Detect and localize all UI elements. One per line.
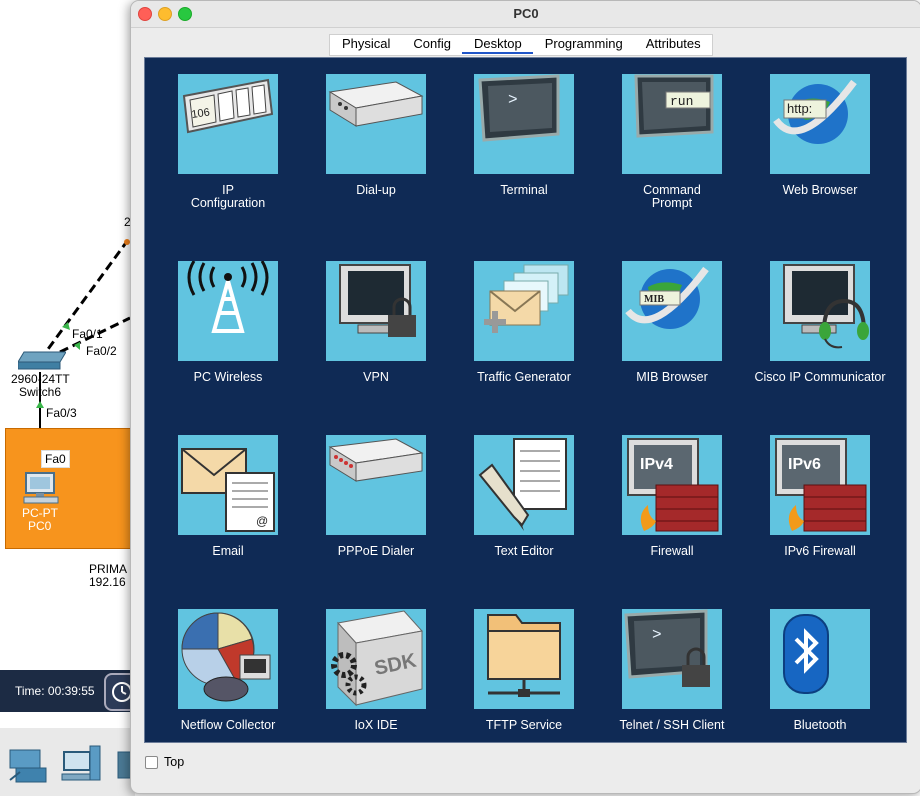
window-titlebar[interactable]: PC0 — [131, 1, 920, 28]
app-netflow-collector[interactable]: Netflow Collector — [154, 609, 302, 769]
end-devices-icon[interactable] — [60, 742, 106, 786]
pie-router-icon — [181, 612, 271, 702]
app-bluetooth[interactable]: Bluetooth — [746, 609, 894, 769]
app-label: Netflow Collector — [180, 718, 276, 732]
svg-text:>: > — [652, 626, 662, 644]
app-label: IP Configuration — [190, 183, 266, 210]
ipv6-text: IPv6 — [788, 456, 821, 473]
port-label-fa0: Fa0 — [41, 450, 70, 468]
app-iox-ide[interactable]: SDK IoX IDE — [302, 609, 450, 769]
app-email[interactable]: @ Email — [154, 435, 302, 595]
app-label: Dial-up — [356, 183, 396, 197]
tab-bar: Physical Config Desktop Programming Attr… — [329, 34, 713, 56]
app-ip-configuration[interactable]: 106 IP Configuration — [154, 74, 302, 234]
envelope-stack-icon — [484, 264, 569, 333]
app-label: TFTP Service — [485, 718, 563, 732]
app-text-editor[interactable]: Text Editor — [450, 435, 598, 595]
tab-config[interactable]: Config — [401, 35, 462, 54]
pc-icon[interactable] — [22, 471, 62, 507]
monitor-headset-icon — [783, 264, 869, 349]
svg-text:@: @ — [256, 514, 268, 528]
app-label: IoX IDE — [354, 718, 398, 732]
top-checkbox[interactable] — [145, 755, 158, 769]
app-ipv6-firewall[interactable]: IPv6 IPv6 Firewall — [746, 435, 894, 595]
app-label: Command Prompt — [643, 183, 701, 210]
app-mib-browser[interactable]: MIB MIB Browser — [598, 261, 746, 421]
top-checkbox-row[interactable]: Top — [145, 755, 184, 769]
network-label-ip: 192.16 — [89, 575, 126, 589]
app-terminal[interactable]: > Terminal — [450, 74, 598, 234]
ip-config-icon: 106 — [182, 78, 274, 134]
tab-programming[interactable]: Programming — [533, 35, 634, 54]
bluetooth-icon — [783, 614, 829, 694]
app-label: Firewall — [650, 544, 694, 558]
mib-text: MIB — [644, 294, 664, 305]
ipv4-text: IPv4 — [640, 456, 673, 473]
app-label: VPN — [363, 370, 389, 384]
realtime-status-bar: Time: 00:39:55 — [0, 670, 140, 712]
app-label: Telnet / SSH Client — [619, 718, 725, 732]
app-label: Email — [212, 544, 244, 558]
firewall-ipv6-icon: IPv6 — [775, 438, 867, 532]
app-label: PC Wireless — [193, 370, 263, 384]
switch-icon[interactable] — [17, 350, 67, 370]
app-label: MIB Browser — [636, 370, 708, 384]
app-label: IPv6 Firewall — [784, 544, 856, 558]
app-label: Bluetooth — [793, 718, 847, 732]
app-telnet-ssh-client[interactable]: > Telnet / SSH Client — [598, 609, 746, 769]
run-prompt-icon: run — [634, 74, 714, 138]
monitor-lock-icon — [339, 264, 416, 337]
time-label: Time: 00:39:55 — [15, 684, 95, 698]
envelope-letter-icon: @ — [181, 448, 275, 532]
tab-attributes[interactable]: Attributes — [634, 35, 712, 54]
port-label-fa0-3: Fa0/3 — [46, 406, 77, 420]
pc0-window: PC0 Physical Config Desktop Programming … — [130, 0, 920, 794]
app-tftp-service[interactable]: TFTP Service — [450, 609, 598, 769]
modem-icon — [328, 81, 424, 127]
tab-physical[interactable]: Physical — [330, 35, 401, 54]
network-devices-icon[interactable] — [6, 742, 52, 786]
pencil-document-icon — [478, 438, 567, 531]
tab-desktop[interactable]: Desktop — [462, 35, 533, 54]
switch-name-label: Switch6 — [19, 385, 62, 399]
globe-mib-icon: MIB — [625, 266, 709, 329]
http-text: http: — [787, 101, 812, 116]
window-title: PC0 — [513, 6, 539, 21]
top-checkbox-label: Top — [164, 755, 185, 769]
app-command-prompt[interactable]: run Command Prompt — [598, 74, 746, 234]
app-vpn[interactable]: VPN — [302, 261, 450, 421]
app-label: Traffic Generator — [477, 370, 571, 384]
app-cisco-ip-communicator[interactable]: Cisco IP Communicator — [746, 261, 894, 421]
port-label-fa0-2: Fa0/2 — [86, 344, 117, 358]
dialer-box-icon — [328, 438, 424, 482]
pc-name-label: PC0 — [28, 519, 52, 533]
globe-http-icon: http: — [773, 79, 857, 144]
svg-text:>: > — [508, 91, 518, 109]
antenna-icon — [187, 261, 269, 333]
firewall-ipv4-icon: IPv4 — [627, 438, 719, 532]
app-label: PPPoE Dialer — [337, 544, 415, 558]
app-label: Web Browser — [782, 183, 858, 197]
terminal-lock-icon: > — [624, 609, 710, 687]
app-label: Terminal — [500, 183, 548, 197]
app-label: Text Editor — [494, 544, 554, 558]
port-label-fa0-1: Fa0/1 — [72, 327, 103, 341]
terminal-icon: > — [478, 74, 560, 142]
sdk-gears-icon: SDK — [331, 610, 423, 707]
desktop-panel: 106 IP Configuration Dial-up > Terminal — [144, 57, 907, 743]
svg-text:106: 106 — [191, 107, 211, 121]
folder-network-icon — [487, 614, 561, 697]
app-pppoe-dialer[interactable]: PPPoE Dialer — [302, 435, 450, 595]
app-label: Cisco IP Communicator — [754, 370, 886, 384]
app-web-browser[interactable]: http: Web Browser — [746, 74, 894, 234]
app-firewall[interactable]: IPv4 Firewall — [598, 435, 746, 595]
device-tray — [0, 728, 135, 796]
app-traffic-generator[interactable]: Traffic Generator — [450, 261, 598, 421]
run-text: run — [670, 94, 693, 109]
app-dial-up[interactable]: Dial-up — [302, 74, 450, 234]
app-pc-wireless[interactable]: PC Wireless — [154, 261, 302, 421]
